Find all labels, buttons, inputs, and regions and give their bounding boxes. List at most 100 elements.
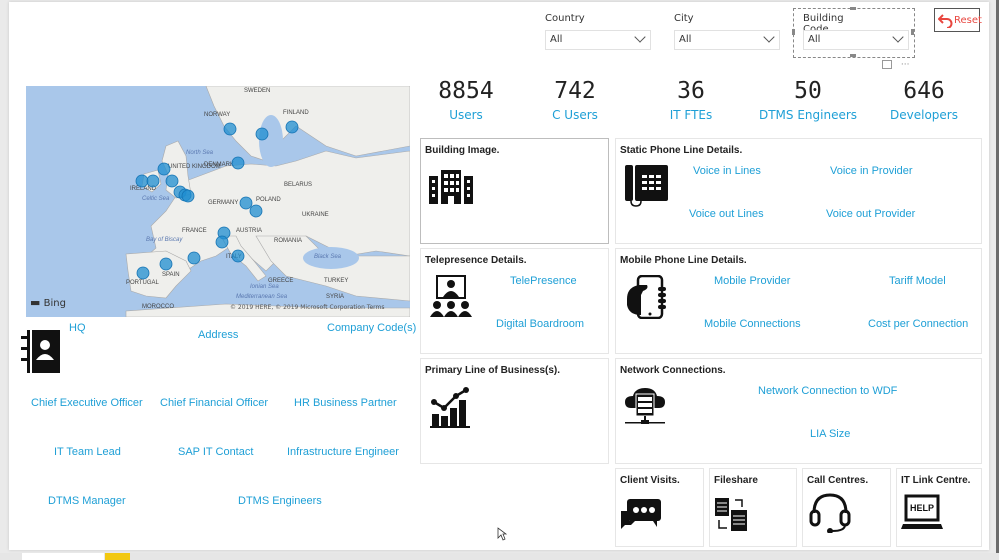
headset-icon: [809, 493, 851, 533]
map-label: UKRAINE: [302, 212, 329, 218]
chevron-down-icon: [634, 31, 646, 43]
voice-in-lines-link[interactable]: Voice in Lines: [693, 165, 761, 177]
resize-handle[interactable]: [850, 54, 856, 57]
location-marker[interactable]: [187, 251, 201, 265]
location-marker[interactable]: [136, 266, 150, 280]
kpi-label: Developers: [890, 108, 958, 122]
page-tab[interactable]: [22, 553, 104, 560]
map-label: Bay of Biscay: [146, 237, 183, 243]
resize-handle[interactable]: [911, 29, 914, 35]
growth-chart-icon: [430, 387, 470, 428]
map-label: PORTUGAL: [126, 280, 160, 286]
more-options-icon[interactable]: ···: [901, 60, 910, 70]
cost-per-connection-link[interactable]: Cost per Connection: [868, 318, 968, 330]
map-label: SPAIN: [162, 272, 180, 278]
building-code-dropdown[interactable]: All: [803, 30, 909, 50]
company-codes-link[interactable]: Company Code(s): [327, 322, 416, 334]
map-label: BELARUS: [284, 182, 312, 188]
focus-mode-icon[interactable]: [882, 60, 892, 69]
map-label: Celtic Sea: [142, 196, 170, 202]
location-marker[interactable]: [165, 174, 179, 188]
building-image-card[interactable]: Building Image.: [420, 138, 609, 244]
location-marker[interactable]: [255, 127, 269, 141]
mobile-phone-in-hand-icon: [627, 275, 666, 319]
role-dtms-engineers[interactable]: DTMS Engineers: [238, 495, 322, 507]
role-ceo[interactable]: Chief Executive Officer: [31, 397, 143, 409]
resize-handle[interactable]: [792, 29, 795, 35]
line-of-business-card: Primary Line of Business(s).: [420, 358, 609, 464]
map-label: AUSTRIA: [236, 228, 262, 234]
telepresence-link[interactable]: TelePresence: [510, 275, 577, 287]
hq-link[interactable]: HQ: [69, 322, 86, 334]
chevron-down-icon: [892, 31, 904, 43]
country-label: Country: [545, 13, 585, 24]
mouse-cursor-icon: [497, 527, 507, 541]
role-sap-it-contact[interactable]: SAP IT Contact: [178, 446, 253, 458]
kpi-c-users: 742 C Users: [520, 78, 630, 122]
kpi-label: IT FTEs: [669, 108, 713, 122]
map-label: POLAND: [256, 197, 281, 203]
card-title: Building Image.: [425, 145, 500, 156]
map-label: SYRIA: [326, 294, 344, 300]
telepresence-card: Telepresence Details. TelePresence Digit…: [420, 248, 609, 354]
role-infrastructure-engineer[interactable]: Infrastructure Engineer: [287, 446, 399, 458]
map-label: UNITED KINGDOM: [168, 164, 221, 170]
location-marker[interactable]: [157, 162, 171, 176]
location-marker[interactable]: [249, 204, 263, 218]
resize-handle[interactable]: [850, 7, 856, 10]
kpi-value: 742: [554, 78, 596, 104]
location-marker[interactable]: [223, 122, 237, 136]
client-visits-card[interactable]: Client Visits.: [615, 468, 704, 547]
location-marker[interactable]: [215, 235, 229, 249]
country-dropdown[interactable]: All: [545, 30, 651, 50]
location-marker[interactable]: [231, 156, 245, 170]
card-title: Static Phone Line Details.: [620, 145, 743, 156]
location-marker[interactable]: [159, 257, 173, 271]
address-link[interactable]: Address: [198, 329, 238, 341]
location-marker[interactable]: [285, 120, 299, 134]
location-map[interactable]: SWEDEN NORWAY FINLAND North Sea DENMARK UNITE…: [26, 86, 410, 317]
role-cfo[interactable]: Chief Financial Officer: [160, 397, 268, 409]
mobile-connections-link[interactable]: Mobile Connections: [704, 318, 801, 330]
chevron-down-icon: [763, 31, 775, 43]
voice-out-lines-link[interactable]: Voice out Lines: [689, 208, 764, 220]
card-title: Primary Line of Business(s).: [425, 365, 561, 376]
voice-in-provider-link[interactable]: Voice in Provider: [830, 165, 913, 177]
lia-size-link[interactable]: LIA Size: [810, 428, 850, 440]
map-label: FINLAND: [283, 110, 309, 116]
digital-boardroom-link[interactable]: Digital Boardroom: [496, 318, 584, 330]
map-label: GERMANY: [208, 200, 238, 206]
role-dtms-manager[interactable]: DTMS Manager: [48, 495, 126, 507]
undo-icon: [938, 14, 953, 28]
role-hr-business-partner[interactable]: HR Business Partner: [294, 397, 397, 409]
visual-header: ···: [882, 60, 909, 70]
kpi-users: 8854 Users: [411, 78, 521, 122]
city-dropdown[interactable]: All: [674, 30, 780, 50]
card-title: Fileshare: [714, 475, 758, 486]
role-it-team-lead[interactable]: IT Team Lead: [54, 446, 121, 458]
it-link-centre-card[interactable]: IT Link Centre. HELP: [896, 468, 982, 547]
voice-out-provider-link[interactable]: Voice out Provider: [826, 208, 915, 220]
location-marker[interactable]: [146, 174, 160, 188]
map-label: North Sea: [186, 150, 214, 156]
fileshare-card[interactable]: Fileshare: [709, 468, 797, 547]
kpi-developers: 646 Developers: [869, 78, 979, 122]
location-marker[interactable]: [135, 174, 149, 188]
mobile-provider-link[interactable]: Mobile Provider: [714, 275, 790, 287]
map-copyright[interactable]: © 2019 HERE, © 2019 Microsoft Corporatio…: [230, 304, 384, 311]
network-connection-wdf-link[interactable]: Network Connection to WDF: [758, 385, 897, 397]
tariff-model-link[interactable]: Tariff Model: [889, 275, 946, 287]
map-label: TURKEY: [324, 278, 348, 284]
call-centres-card[interactable]: Call Centres.: [802, 468, 891, 547]
page-tab-active[interactable]: [105, 553, 130, 560]
location-marker[interactable]: [239, 196, 253, 210]
bing-logo: ▬ Bing: [30, 296, 66, 309]
reset-button[interactable]: Reset: [934, 8, 982, 32]
telepresence-icon: [430, 275, 472, 317]
mobile-phone-card: Mobile Phone Line Details. Mobile Provid…: [615, 248, 982, 354]
kpi-label: DTMS Engineers: [758, 108, 858, 122]
location-marker[interactable]: [231, 249, 245, 263]
sea-baltic: [259, 115, 283, 167]
chat-bubbles-icon: [621, 499, 661, 529]
location-marker[interactable]: [181, 189, 195, 203]
